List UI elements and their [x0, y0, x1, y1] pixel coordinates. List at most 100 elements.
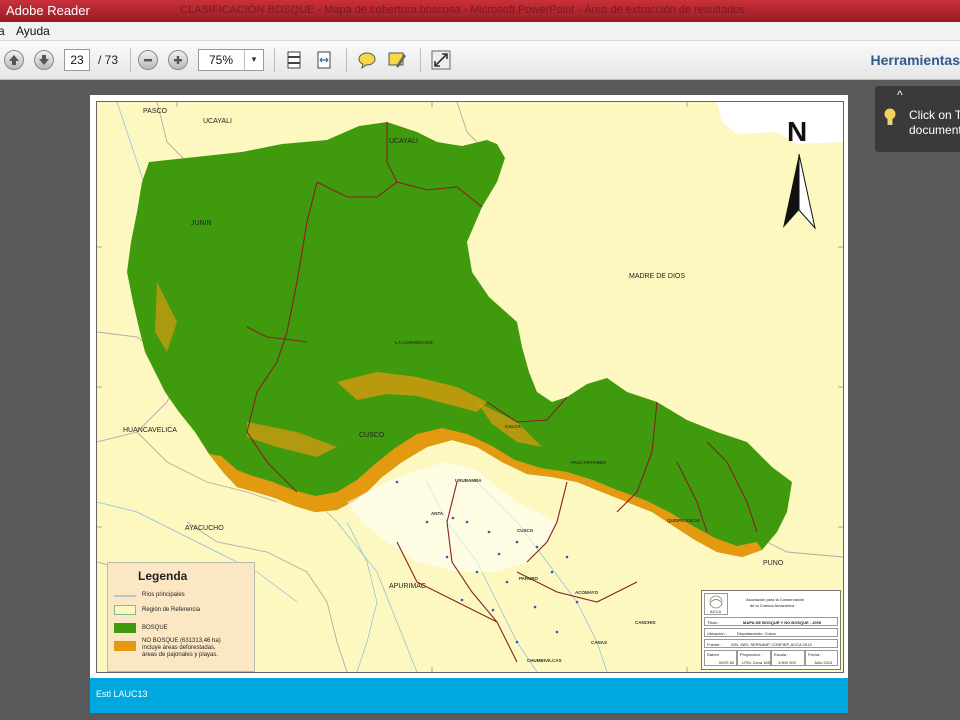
fit-page-button[interactable] — [283, 49, 305, 71]
location-label: Ubicación : — [707, 631, 727, 636]
north-arrow-icon — [783, 153, 816, 230]
non-forest-swatch — [114, 641, 136, 651]
scale-cell: Escala : 1:900 000 — [771, 650, 805, 666]
comment-button[interactable] — [356, 49, 378, 71]
highlighter-icon — [388, 52, 406, 68]
province-label: QUISPICANCHI — [667, 518, 700, 523]
province-label: LA CONVENCION — [395, 340, 433, 345]
region-label: UCAYALI — [389, 138, 418, 145]
org-acronym: ACCA — [710, 609, 722, 614]
chevron-up-icon[interactable]: ^ — [897, 88, 903, 102]
expand-icon — [431, 50, 451, 70]
scale-label: Escala : — [774, 652, 789, 657]
org-logo: ACCA — [704, 593, 728, 615]
map-title: MAPA DE BOSQUE Y NO BOSQUE - 2005 — [743, 620, 822, 625]
previous-page-button[interactable] — [4, 50, 24, 70]
map-title-block: ACCA Asociación para la Conservación de … — [701, 590, 841, 670]
footer-text: Estl LAUC13 — [96, 689, 148, 699]
legend-item-label: NO BOSQUE (631313,46 ha) — [142, 638, 221, 644]
date-value: Julio 2013 — [814, 660, 833, 665]
legend-item-label: Región de Referencia — [142, 607, 201, 613]
slide-footer: Estl LAUC13 — [90, 678, 848, 713]
province-label: PARURO — [519, 576, 539, 581]
province-label: ACOMAYO — [575, 590, 599, 595]
scale-value: 1:900 000 — [778, 660, 796, 665]
location-value: Departamento: Cusco — [737, 631, 776, 636]
tooltip-text-line: document — [909, 123, 960, 137]
toolbar-separator — [346, 48, 347, 72]
app-title: Adobe Reader — [6, 3, 90, 18]
province-label: ANTA — [431, 511, 444, 516]
toolbar-separator — [130, 48, 131, 72]
fit-page-icon — [287, 51, 301, 69]
zoom-value: 75% — [209, 53, 234, 67]
menu-item-edit-partial[interactable]: a — [0, 24, 5, 38]
toolbar: 23 / 73 75% ▼ Herramientas — [0, 41, 960, 80]
map: PASCO UCAYALI UCAYALI JUNIN MADRE DE DIO… — [96, 101, 844, 673]
toolbar-separator — [274, 48, 275, 72]
province-label: CANCHIS — [635, 620, 656, 625]
document-title: CLASIFICACIÓN BOSQUE - Mapa de cobertura… — [180, 4, 745, 16]
projection-label: Proyección : — [740, 652, 763, 657]
datum-cell: Datum WGS 84 — [704, 650, 737, 666]
fit-width-button[interactable] — [313, 49, 335, 71]
title-bar: Adobe Reader CLASIFICACIÓN BOSQUE - Mapa… — [0, 0, 960, 22]
legend-note-line: Incluye áreas deforestadas, — [142, 645, 216, 651]
full-screen-button[interactable] — [430, 49, 452, 71]
toolbar-separator — [420, 48, 421, 72]
lightbulb-icon — [884, 108, 896, 125]
region-label: UCAYALI — [203, 118, 232, 125]
region-label: APURIMAC — [389, 583, 426, 590]
source-value: IGN, INEI, SERNANP, CONFIEP, ACCA 2013 — [731, 642, 812, 647]
river-swatch — [114, 595, 136, 597]
zoom-select[interactable]: 75% ▼ — [198, 49, 264, 71]
province-label: CUSCO — [517, 528, 534, 533]
zoom-in-button[interactable] — [168, 50, 188, 70]
tooltip-text-line: Click on To — [909, 108, 960, 122]
north-arrow-label: N — [787, 116, 808, 147]
legend-item-label: BOSQUE — [142, 625, 168, 631]
zoom-out-button[interactable] — [138, 50, 158, 70]
legend-item-label: Ríos principales — [142, 592, 185, 598]
title-label: Título : — [707, 620, 720, 625]
province-label: URUBAMBA — [455, 478, 482, 483]
menu-bar: a Ayuda — [0, 22, 960, 41]
minus-icon — [144, 59, 152, 62]
chevron-down-icon: ▼ — [244, 50, 263, 70]
date-cell: Fecha : Julio 2013 — [805, 650, 838, 666]
legend-note-line: áreas de pajonales y playas. — [142, 652, 219, 658]
document-page: PASCO UCAYALI UCAYALI JUNIN MADRE DE DIO… — [90, 95, 848, 713]
region-label: CUSCO — [359, 432, 385, 439]
source-row: Fuente : IGN, INEI, SERNANP, CONFIEP, AC… — [704, 639, 838, 648]
projection-cell: Proyección : UTM, Zona 18S — [737, 650, 771, 666]
legend-title: Legenda — [138, 569, 188, 583]
province-label: CHUMBIVILCAS — [527, 658, 562, 663]
tools-panel-link[interactable]: Herramientas — [871, 52, 960, 68]
region-label: PASCO — [143, 108, 167, 115]
date-label: Fecha : — [808, 652, 822, 657]
menu-item-help[interactable]: Ayuda — [16, 24, 50, 38]
region-label: AYACUCHO — [185, 525, 224, 532]
province-label: CALCA — [505, 424, 521, 429]
tools-tooltip[interactable]: ^ Click on To document — [875, 86, 960, 152]
map-legend: Legenda Ríos principales Región de Refer… — [107, 562, 255, 672]
datum-label: Datum — [707, 652, 719, 657]
page-number-input[interactable]: 23 — [64, 49, 90, 71]
plus-icon — [174, 56, 182, 64]
page-total-label: / 73 — [98, 53, 119, 67]
org-name-line: Asociación para la Conservación — [746, 597, 805, 602]
speech-bubble-icon — [358, 52, 376, 69]
region-label: MADRE DE DIOS — [629, 273, 686, 280]
arrow-up-icon — [9, 55, 19, 65]
next-page-button[interactable] — [34, 50, 54, 70]
arrow-down-icon — [39, 55, 49, 65]
highlight-button[interactable] — [386, 49, 408, 71]
datum-value: WGS 84 — [719, 660, 735, 665]
location-row: Ubicación : Departamento: Cusco — [704, 628, 838, 637]
forest-swatch — [114, 623, 136, 633]
projection-value: UTM, Zona 18S — [742, 660, 771, 665]
source-label: Fuente : — [707, 642, 722, 647]
region-label: HUANCAVELICA — [123, 427, 177, 434]
fit-width-icon — [317, 51, 331, 69]
province-label: PAUCARTAMBO — [571, 460, 607, 465]
